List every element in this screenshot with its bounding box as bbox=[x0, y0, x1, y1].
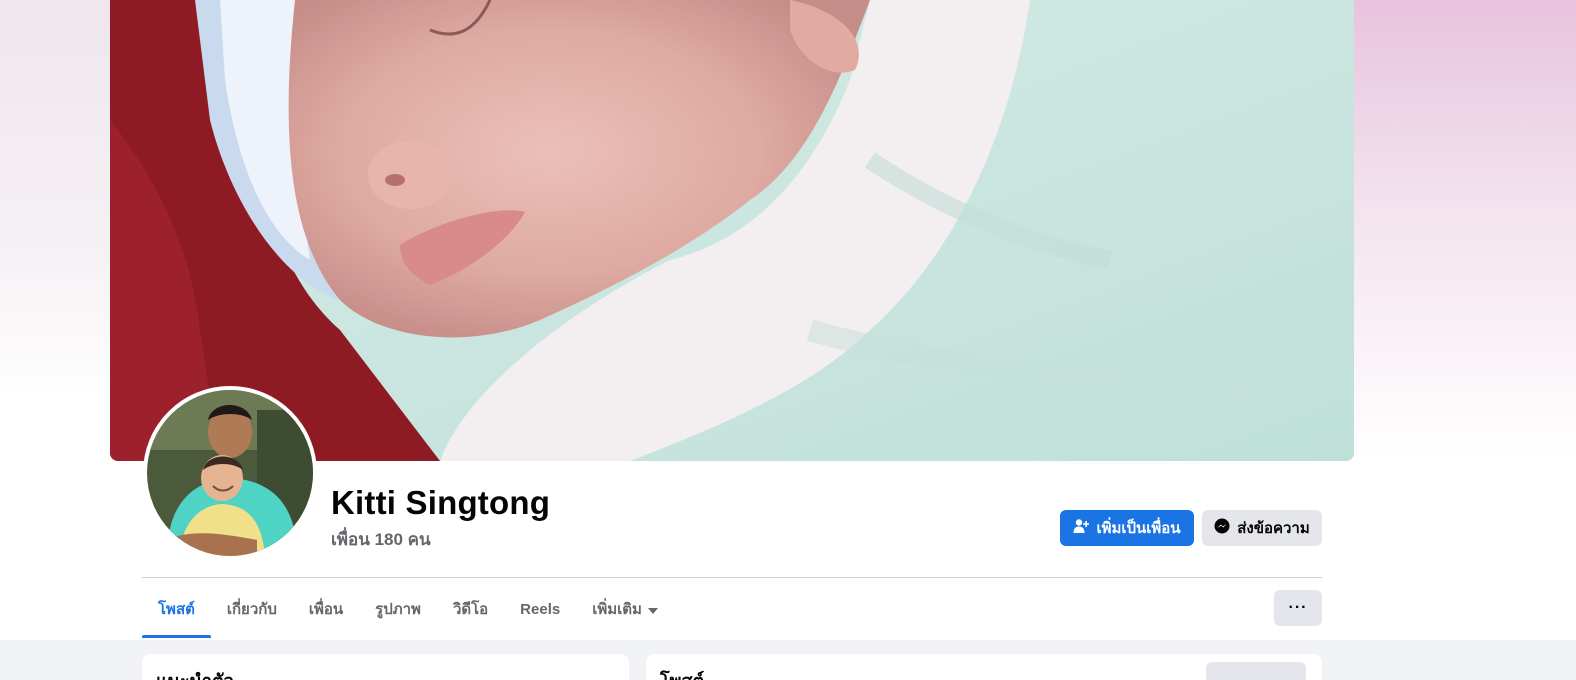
tab-label: เกี่ยวกับ bbox=[226, 601, 277, 618]
send-message-label: ส่งข้อความ bbox=[1237, 520, 1310, 537]
tab-label: รูปภาพ bbox=[375, 601, 421, 618]
caret-down-icon bbox=[647, 601, 658, 618]
intro-card: แนะนำตัว bbox=[142, 654, 629, 680]
posts-card: โพสต์ bbox=[646, 654, 1322, 680]
profile-tabs: โพสต์ เกี่ยวกับ เพื่อน รูปภาพ วิดีโอ Ree… bbox=[142, 580, 674, 638]
filter-button[interactable] bbox=[1206, 662, 1306, 680]
tab-label: เพิ่มเติม bbox=[592, 601, 642, 618]
messenger-icon bbox=[1214, 518, 1230, 538]
tab-reels[interactable]: Reels bbox=[504, 580, 576, 638]
add-friend-label: เพิ่มเป็นเพื่อน bbox=[1096, 520, 1181, 537]
tab-label: Reels bbox=[520, 600, 561, 618]
more-options-button[interactable]: ··· bbox=[1274, 590, 1322, 626]
add-person-icon bbox=[1073, 518, 1090, 538]
tab-label: เพื่อน bbox=[308, 601, 344, 618]
tab-label: โพสต์ bbox=[158, 601, 195, 618]
tab-friends[interactable]: เพื่อน bbox=[293, 580, 359, 638]
avatar bbox=[147, 390, 313, 556]
posts-title: โพสต์ bbox=[660, 666, 704, 680]
profile-name: Kitti Singtong bbox=[331, 484, 551, 521]
profile-picture[interactable] bbox=[143, 386, 317, 560]
header-divider bbox=[142, 577, 1322, 578]
friends-count-link[interactable]: เพื่อน 180 คน bbox=[331, 526, 431, 553]
tab-photos[interactable]: รูปภาพ bbox=[359, 580, 437, 638]
cover-photo-image bbox=[110, 0, 1354, 461]
tab-posts[interactable]: โพสต์ bbox=[142, 580, 211, 638]
tab-label: วิดีโอ bbox=[452, 601, 489, 618]
tab-about[interactable]: เกี่ยวกับ bbox=[211, 580, 293, 638]
add-friend-button[interactable]: เพิ่มเป็นเพื่อน bbox=[1060, 510, 1194, 546]
ellipsis-icon: ··· bbox=[1288, 599, 1308, 616]
tab-videos[interactable]: วิดีโอ bbox=[437, 580, 504, 638]
cover-photo[interactable] bbox=[110, 0, 1354, 461]
send-message-button[interactable]: ส่งข้อความ bbox=[1202, 510, 1322, 546]
intro-title: แนะนำตัว bbox=[156, 666, 234, 680]
tab-more[interactable]: เพิ่มเติม bbox=[576, 580, 674, 638]
